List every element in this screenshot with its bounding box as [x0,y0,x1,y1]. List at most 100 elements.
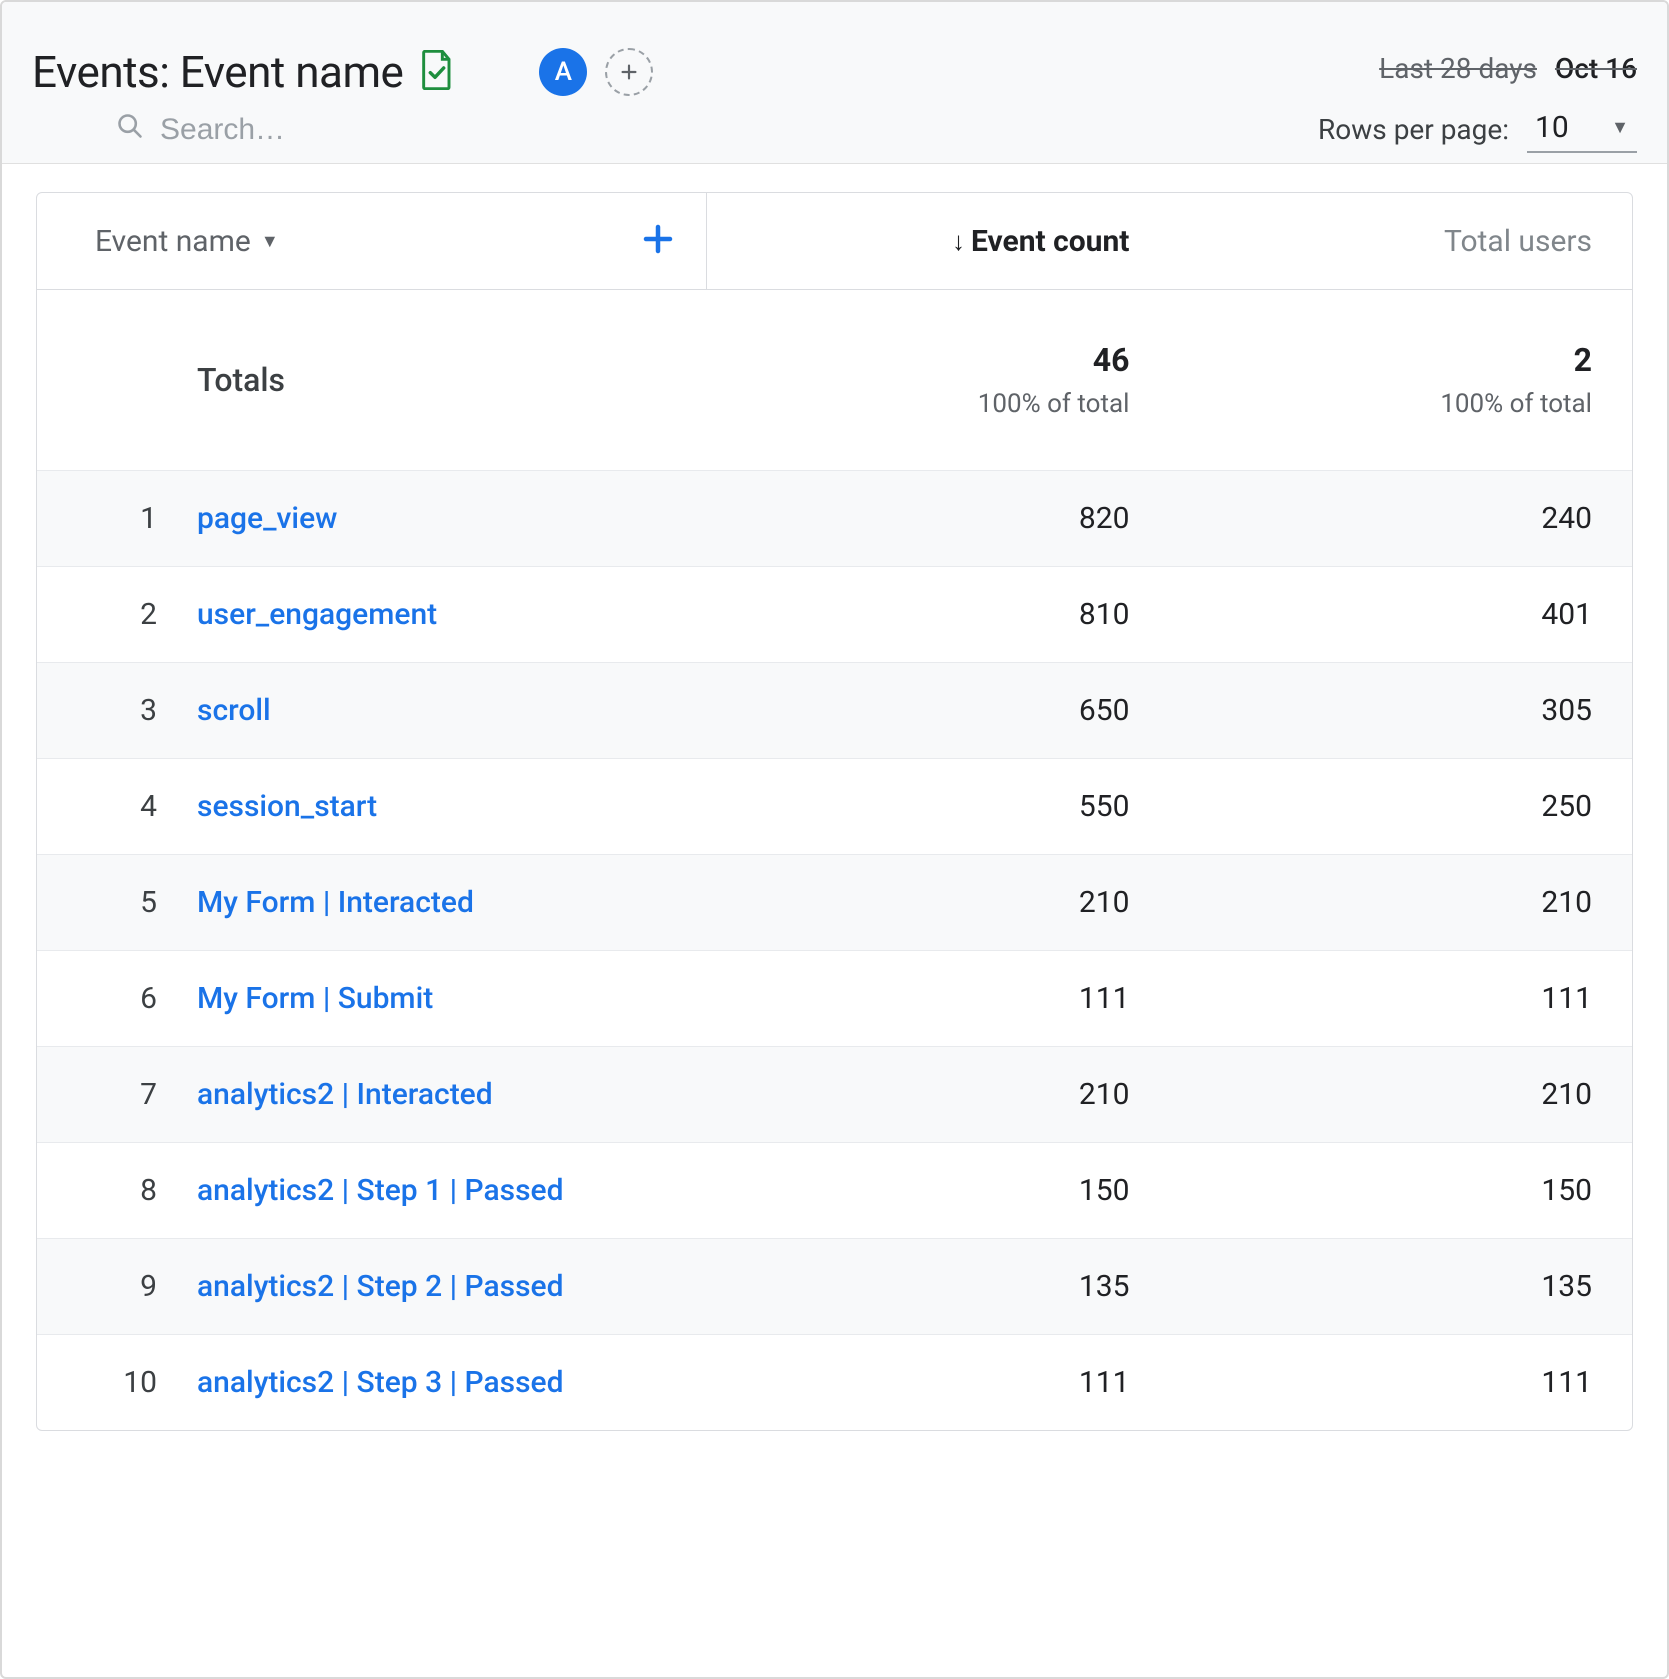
caret-down-icon: ▼ [261,231,279,252]
table-row: 7analytics2 | Interacted 210210 [37,1046,1632,1142]
row-event-count: 550 [707,789,1170,824]
date-range-label: Last 28 days [1379,52,1537,85]
row-event-count: 810 [707,597,1170,632]
row-index: 10 [37,1365,197,1400]
event-link[interactable]: analytics2 | Step 2 | Passed [197,1269,564,1304]
event-link[interactable]: My Form | Submit [197,981,433,1016]
row-event-count: 111 [707,981,1170,1016]
row-event-name: session_start [197,789,707,824]
event-link[interactable]: session_start [197,789,377,824]
rows-per-page-label: Rows per page: [1318,113,1509,146]
row-total-users: 401 [1169,597,1632,632]
event-link[interactable]: analytics2 | Step 3 | Passed [197,1365,564,1400]
rows-per-page: Rows per page: 10 ▼ [1318,106,1637,153]
row-index: 4 [37,789,197,824]
row-event-name: analytics2 | Interacted [197,1077,707,1112]
header: Events: Event name A Last 28 days Oct 16 [2,2,1667,164]
row-total-users: 305 [1169,693,1632,728]
column-headers: Event name ▼ ↓ Event count Total users [37,193,1632,290]
table-row: 3scroll 650305 [37,662,1632,758]
data-table-card: Event name ▼ ↓ Event count Total users T… [36,192,1633,1431]
title-row: Events: Event name A Last 28 days Oct 16 [32,46,1637,98]
row-event-name: analytics2 | Step 2 | Passed [197,1269,707,1304]
dimension-column-header: Event name ▼ [37,193,707,289]
row-index: 9 [37,1269,197,1304]
event-link[interactable]: page_view [197,501,337,536]
row-event-count: 650 [707,693,1170,728]
search-box [32,112,460,148]
date-range[interactable]: Last 28 days Oct 16 [1379,52,1637,85]
metrics-headers: ↓ Event count Total users [707,193,1632,289]
event-link[interactable]: My Form | Interacted [197,885,474,920]
sheet-check-icon [421,50,453,94]
row-index: 5 [37,885,197,920]
row-index: 7 [37,1077,197,1112]
event-link[interactable]: analytics2 | Interacted [197,1077,493,1112]
report-panel: Events: Event name A Last 28 days Oct 16 [0,0,1669,1679]
totals-event-count: 46 100% of total [707,290,1170,470]
dimension-picker[interactable]: Event name ▼ [95,224,279,259]
row-event-name: analytics2 | Step 3 | Passed [197,1365,707,1400]
row-event-name: user_engagement [197,597,707,632]
row-event-count: 150 [707,1173,1170,1208]
search-row: Rows per page: 10 ▼ [32,106,1637,153]
row-total-users: 250 [1169,789,1632,824]
rows-per-page-value: 10 [1535,110,1569,145]
totals-row: Totals 46 100% of total 2 100% of total [37,290,1632,470]
row-event-count: 210 [707,885,1170,920]
segment-badge[interactable]: A [539,48,587,96]
search-input[interactable] [160,113,460,147]
row-event-name: My Form | Submit [197,981,707,1016]
table-row: 4session_start 550250 [37,758,1632,854]
event-link[interactable]: analytics2 | Step 1 | Passed [197,1173,564,1208]
row-total-users: 135 [1169,1269,1632,1304]
event-link[interactable]: user_engagement [197,597,437,632]
row-event-name: page_view [197,501,707,536]
row-event-count: 135 [707,1269,1170,1304]
table-rows: 1page_view8202402user_engagement8104013s… [37,470,1632,1430]
totals-total-users: 2 100% of total [1169,290,1632,470]
totals-pct: 100% of total [978,389,1130,419]
row-index: 3 [37,693,197,728]
table-row: 10analytics2 | Step 3 | Passed 111111 [37,1334,1632,1430]
row-event-name: My Form | Interacted [197,885,707,920]
table-row: 2user_engagement 810401 [37,566,1632,662]
row-index: 8 [37,1173,197,1208]
row-event-count: 820 [707,501,1170,536]
sort-desc-icon: ↓ [952,226,965,257]
totals-value: 46 [1093,341,1130,379]
row-event-count: 210 [707,1077,1170,1112]
table-row: 6My Form | Submit 111111 [37,950,1632,1046]
table-row: 5My Form | Interacted210210 [37,854,1632,950]
page-title: Events: Event name [32,46,403,98]
row-event-name: scroll [197,693,707,728]
row-event-name: analytics2 | Step 1 | Passed [197,1173,707,1208]
date-range-end: Oct 16 [1555,52,1637,85]
metric-label: Total users [1444,224,1592,259]
row-total-users: 210 [1169,1077,1632,1112]
add-comparison-button[interactable] [605,48,653,96]
totals-label: Totals [37,290,707,470]
table-row: 9analytics2 | Step 2 | Passed 135135 [37,1238,1632,1334]
table-row: 8analytics2 | Step 1 | Passed150150 [37,1142,1632,1238]
row-index: 2 [37,597,197,632]
caret-down-icon: ▼ [1611,117,1629,138]
row-index: 1 [37,501,197,536]
metric-header-event-count[interactable]: ↓ Event count [707,193,1170,289]
dimension-label: Event name [95,224,251,259]
table-row: 1page_view 820240 [37,470,1632,566]
row-index: 6 [37,981,197,1016]
event-link[interactable]: scroll [197,693,271,728]
metric-label: Event count [971,224,1129,259]
search-icon [116,112,144,148]
row-total-users: 240 [1169,501,1632,536]
row-total-users: 111 [1169,1365,1632,1400]
add-dimension-button[interactable] [640,221,676,261]
totals-value: 2 [1574,341,1592,379]
metric-header-total-users[interactable]: Total users [1169,193,1632,289]
rows-per-page-select[interactable]: 10 ▼ [1527,106,1637,153]
totals-pct: 100% of total [1440,389,1592,419]
row-total-users: 111 [1169,981,1632,1016]
totals-metrics: 46 100% of total 2 100% of total [707,290,1632,470]
row-event-count: 111 [707,1365,1170,1400]
